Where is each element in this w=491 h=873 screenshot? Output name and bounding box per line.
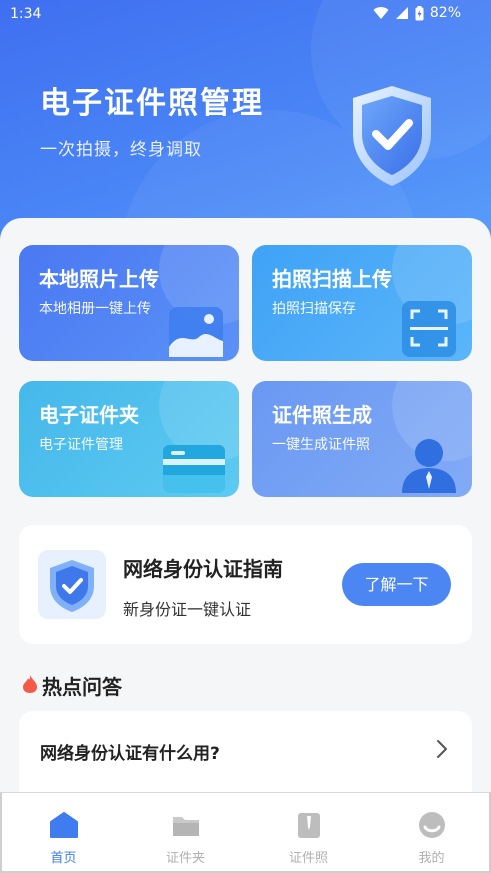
guide-title: 网络身份认证指南	[123, 557, 283, 581]
tab-label: 首页	[50, 851, 77, 866]
profile-icon	[417, 811, 447, 839]
card-title: 证件照生成	[272, 403, 372, 427]
shield-check-icon	[38, 550, 106, 619]
bottom-tab-bar: 首页 证件夹 证件照 我的	[0, 792, 491, 873]
identity-guide-banner: 网络身份认证指南 新身份证一键认证 了解一下	[19, 525, 472, 644]
card-icon	[163, 441, 225, 497]
tab-folder[interactable]: 证件夹	[124, 793, 247, 871]
flame-icon	[22, 674, 38, 698]
cell-signal-icon	[395, 6, 409, 20]
scan-icon	[400, 299, 458, 361]
shield-check-icon	[345, 82, 440, 192]
card-subtitle: 一键生成证件照	[272, 437, 370, 453]
tab-label: 证件夹	[165, 851, 205, 866]
tab-profile[interactable]: 我的	[370, 793, 491, 871]
local-photo-upload-card[interactable]: 本地照片上传 本地相册一键上传	[19, 245, 239, 361]
status-bar: 1:34 82%	[0, 0, 491, 30]
chevron-right-icon	[436, 739, 448, 763]
card-subtitle: 电子证件管理	[39, 437, 123, 453]
card-title: 本地照片上传	[39, 267, 159, 291]
faq-list-item[interactable]: 网络身份认证有什么用?	[19, 711, 472, 796]
tab-home[interactable]: 首页	[2, 793, 125, 871]
photo-scan-upload-card[interactable]: 拍照扫描上传 拍照扫描保存	[252, 245, 472, 361]
faq-question: 网络身份认证有什么用?	[40, 744, 220, 764]
guide-subtitle: 新身份证一键认证	[123, 600, 252, 619]
tab-label: 我的	[418, 851, 445, 866]
card-subtitle: 拍照扫描保存	[272, 301, 356, 317]
id-photo-generate-card[interactable]: 证件照生成 一键生成证件照	[252, 381, 472, 497]
page-title: 电子证件照管理	[40, 86, 264, 121]
gallery-icon	[167, 305, 225, 361]
person-icon	[400, 435, 458, 497]
page-subtitle: 一次拍摄，终身调取	[40, 140, 202, 160]
card-subtitle: 本地相册一键上传	[39, 301, 151, 317]
card-title: 电子证件夹	[39, 403, 139, 427]
id-photo-icon	[294, 811, 324, 839]
battery-icon	[415, 5, 424, 21]
e-certificate-folder-card[interactable]: 电子证件夹 电子证件管理	[19, 381, 239, 497]
hot-qa-title: 热点问答	[42, 675, 122, 699]
wifi-icon	[373, 6, 389, 20]
tab-label: 证件照	[288, 851, 328, 866]
card-title: 拍照扫描上传	[272, 267, 392, 291]
folder-icon	[171, 811, 201, 839]
status-time: 1:34	[10, 6, 42, 22]
home-icon	[49, 811, 79, 839]
battery-percent: 82%	[429, 5, 461, 21]
tab-id-photo[interactable]: 证件照	[247, 793, 370, 871]
learn-more-button[interactable]: 了解一下	[342, 563, 451, 606]
hot-qa-header: 热点问答	[22, 671, 122, 700]
